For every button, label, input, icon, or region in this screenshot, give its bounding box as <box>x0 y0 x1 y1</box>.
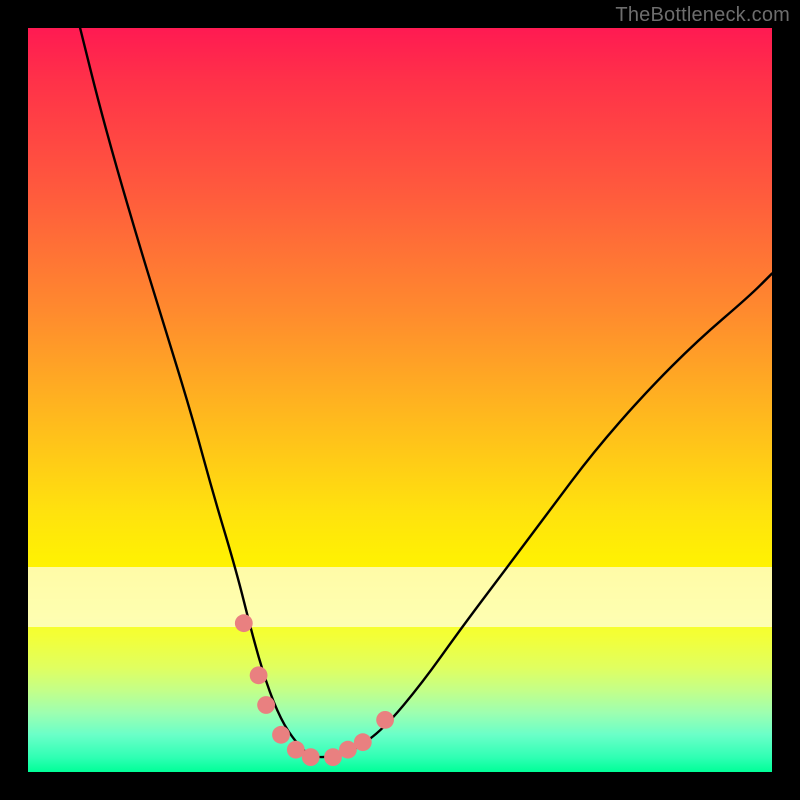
curve-layer <box>28 28 772 772</box>
plot-area <box>28 28 772 772</box>
marker-trough-1 <box>272 726 290 744</box>
chart-frame: TheBottleneck.com <box>0 0 800 800</box>
marker-trough-3 <box>302 748 320 766</box>
marker-right-upper <box>376 711 394 729</box>
marker-left-mid <box>250 666 268 684</box>
bottleneck-curve-path <box>80 28 772 757</box>
watermark-text: TheBottleneck.com <box>615 4 790 27</box>
marker-left-low <box>257 696 275 714</box>
marker-left-upper <box>235 614 253 632</box>
marker-right-low <box>354 733 372 751</box>
marker-group <box>235 614 394 766</box>
